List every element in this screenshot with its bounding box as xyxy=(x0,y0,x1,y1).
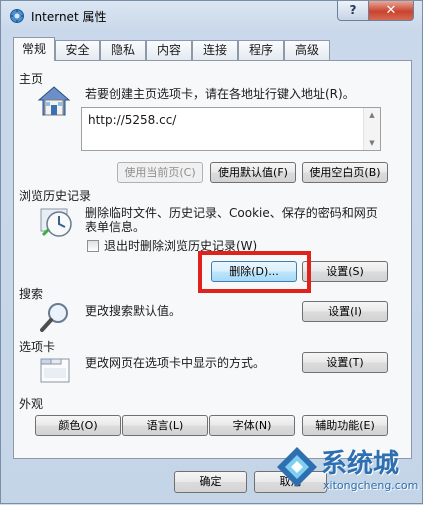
url-scrollbar[interactable]: ▲ ▼ xyxy=(363,108,380,150)
ok-button[interactable]: 确定 xyxy=(174,471,247,493)
home-url-textarea[interactable]: http://5258.cc/ ▲ ▼ xyxy=(81,107,381,151)
magnifier-icon xyxy=(40,303,68,332)
history-description-line1: 删除临时文件、历史记录、Cookie、保存的密码和网页 xyxy=(85,206,378,220)
appearance-group-label: 外观 xyxy=(19,397,44,411)
search-group-label: 搜索 xyxy=(19,287,44,301)
history-clock-icon xyxy=(40,208,72,237)
home-description: 若要创建主页选项卡，请在各地址行键入地址(R)。 xyxy=(85,87,355,101)
use-blank-button[interactable]: 使用空白页(B) xyxy=(302,162,388,183)
watermark-text: 系统城 xyxy=(321,449,400,479)
watermark: 系统城 xitongcheng.com xyxy=(271,441,423,505)
tabs-settings-button[interactable]: 设置(T) xyxy=(302,352,388,373)
search-settings-button[interactable]: 设置(I) xyxy=(302,301,388,322)
watermark-sub: xitongcheng.com xyxy=(323,479,419,492)
colors-button[interactable]: 颜色(O) xyxy=(35,415,121,436)
scroll-up-arrow-icon[interactable]: ▲ xyxy=(364,108,380,122)
watermark-logo-icon xyxy=(277,447,317,487)
home-url-value: http://5258.cc/ xyxy=(88,113,177,127)
internet-options-window: Internet 属性 ? ✕ 常规 安全 隐私 内容 连接 程序 高级 主页 … xyxy=(0,0,423,504)
accessibility-button[interactable]: 辅助功能(E) xyxy=(302,415,388,436)
use-current-button[interactable]: 使用当前页(C) xyxy=(117,162,203,183)
history-description-line2: 表单信息。 xyxy=(85,220,146,234)
red-highlight-box xyxy=(198,251,311,293)
house-icon xyxy=(37,86,71,116)
scroll-down-arrow-icon[interactable]: ▼ xyxy=(364,136,380,150)
languages-button[interactable]: 语言(L) xyxy=(122,415,208,436)
history-settings-button[interactable]: 设置(S) xyxy=(302,261,388,282)
delete-on-exit-checkbox[interactable] xyxy=(87,240,99,252)
history-group-label: 浏览历史记录 xyxy=(19,189,92,203)
use-default-button[interactable]: 使用默认值(F) xyxy=(210,162,296,183)
tabs-window-icon xyxy=(40,358,70,383)
tabs-description: 更改网页在选项卡中显示的方式。 xyxy=(85,356,266,370)
search-description: 更改搜索默认值。 xyxy=(85,304,182,318)
fonts-button[interactable]: 字体(N) xyxy=(209,415,295,436)
